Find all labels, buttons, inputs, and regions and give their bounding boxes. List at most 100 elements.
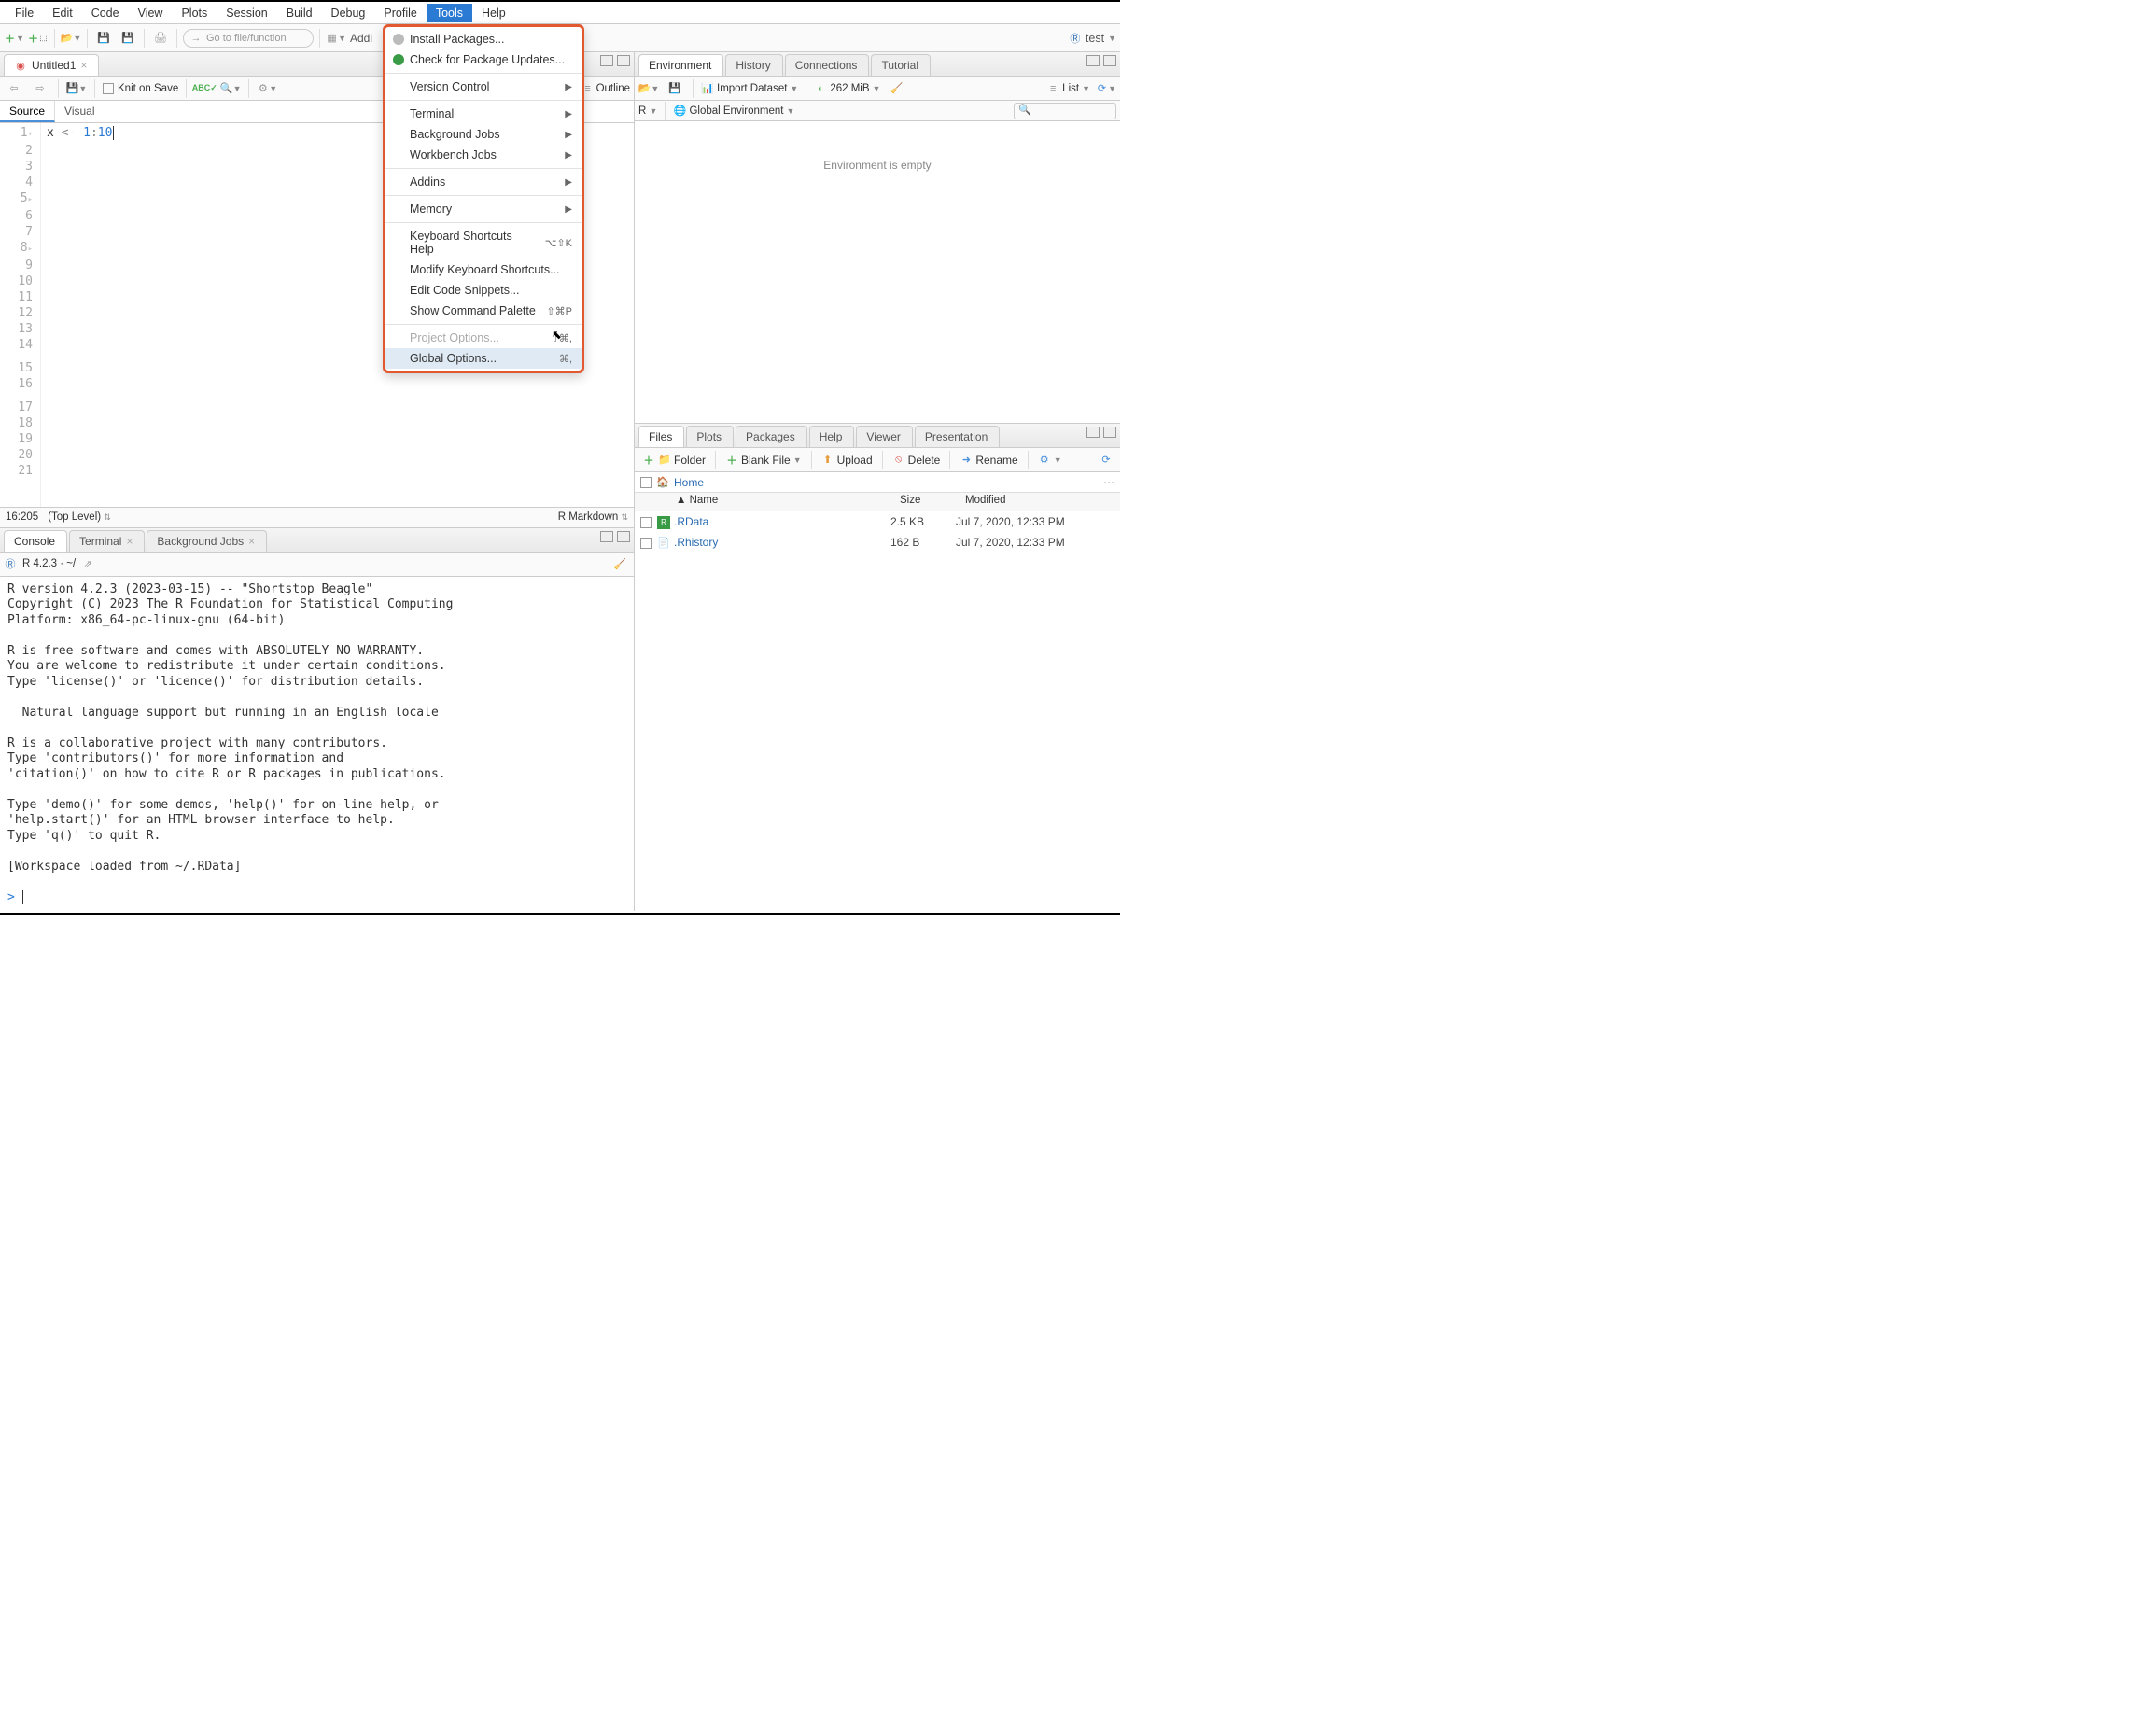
- menu-profile[interactable]: Profile: [374, 4, 426, 22]
- rename-button[interactable]: ➜Rename: [956, 452, 1021, 469]
- save-button[interactable]: 💾: [93, 28, 114, 49]
- tab-plots[interactable]: Plots: [686, 426, 734, 447]
- col-name[interactable]: ▲ Name: [635, 493, 896, 511]
- popout-icon[interactable]: ⇗: [81, 557, 94, 570]
- clear-env-button[interactable]: 🧹: [886, 78, 906, 99]
- spellcheck-button[interactable]: ABC✓: [194, 78, 215, 99]
- minimize-pane-icon[interactable]: [1086, 427, 1100, 438]
- tab-files[interactable]: Files: [638, 426, 684, 447]
- minimize-pane-icon[interactable]: [600, 55, 613, 66]
- list-view-button[interactable]: ≡List▼: [1046, 82, 1090, 95]
- menu-edit[interactable]: Edit: [43, 4, 82, 22]
- file-name[interactable]: .Rhistory: [674, 536, 890, 549]
- file-name[interactable]: .RData: [674, 515, 890, 528]
- more-button[interactable]: ⚙▼: [1034, 452, 1066, 469]
- maximize-pane-icon[interactable]: [617, 55, 630, 66]
- menu-file[interactable]: File: [6, 4, 43, 22]
- dd-check-updates[interactable]: Check for Package Updates...: [385, 49, 582, 70]
- env-search[interactable]: 🔍: [1014, 103, 1116, 119]
- new-file-button[interactable]: ＋▼: [4, 28, 24, 49]
- tab-help[interactable]: Help: [809, 426, 855, 447]
- tab-tutorial[interactable]: Tutorial: [871, 54, 931, 76]
- menu-tools[interactable]: Tools: [427, 4, 472, 22]
- close-tab-icon[interactable]: ×: [80, 59, 87, 72]
- close-tab-icon[interactable]: ×: [248, 535, 255, 548]
- dd-install-packages[interactable]: Install Packages...: [385, 29, 582, 49]
- tab-connections[interactable]: Connections: [785, 54, 870, 76]
- minimize-pane-icon[interactable]: [600, 531, 613, 542]
- grid-button[interactable]: ▦▼: [326, 28, 346, 49]
- addins-label[interactable]: Addi: [350, 32, 372, 45]
- back-button[interactable]: ⇦: [4, 78, 24, 99]
- delete-button[interactable]: ⦸Delete: [889, 452, 945, 469]
- env-selector[interactable]: 🌐Global Environment▼: [673, 105, 794, 118]
- refresh-files-button[interactable]: ⟳: [1096, 450, 1116, 470]
- refresh-env-button[interactable]: ⟳▼: [1096, 78, 1116, 99]
- close-tab-icon[interactable]: ×: [126, 535, 133, 548]
- row-checkbox[interactable]: [640, 517, 652, 528]
- terminal-tab[interactable]: Terminal×: [69, 530, 145, 552]
- upload-button[interactable]: ⬆Upload: [818, 452, 876, 469]
- dd-edit-snippets[interactable]: Edit Code Snippets...: [385, 280, 582, 301]
- menu-help[interactable]: Help: [472, 4, 515, 22]
- dd-version-control[interactable]: Version Control▶: [385, 77, 582, 97]
- dd-terminal[interactable]: Terminal▶: [385, 104, 582, 124]
- console-tab[interactable]: Console: [4, 530, 67, 552]
- menu-view[interactable]: View: [129, 4, 173, 22]
- save-all-button[interactable]: 💾: [118, 28, 138, 49]
- save-workspace-button[interactable]: 💾: [665, 78, 685, 99]
- doc-type-selector[interactable]: R Markdown ⇅: [558, 511, 628, 523]
- subtab-source[interactable]: Source: [0, 101, 55, 122]
- outline-button[interactable]: ≡Outline: [582, 82, 630, 95]
- memory-usage-button[interactable]: ◐262 MiB▼: [814, 82, 880, 95]
- col-size[interactable]: Size: [896, 493, 961, 511]
- menu-code[interactable]: Code: [82, 4, 129, 22]
- import-dataset-button[interactable]: 📊Import Dataset▼: [701, 82, 798, 95]
- scope-selector[interactable]: (Top Level) ⇅: [48, 511, 111, 523]
- dd-addins[interactable]: Addins▶: [385, 172, 582, 192]
- clear-console-button[interactable]: 🧹: [610, 553, 630, 574]
- dd-global-options[interactable]: Global Options...⌘,: [385, 348, 582, 369]
- dd-memory[interactable]: Memory▶: [385, 199, 582, 219]
- maximize-pane-icon[interactable]: [1103, 55, 1116, 66]
- breadcrumb-home[interactable]: Home: [674, 476, 704, 489]
- tab-history[interactable]: History: [725, 54, 782, 76]
- file-row[interactable]: R .RData 2.5 KB Jul 7, 2020, 12:33 PM: [635, 511, 1120, 532]
- tab-packages[interactable]: Packages: [736, 426, 807, 447]
- tab-presentation[interactable]: Presentation: [915, 426, 1000, 447]
- new-project-button[interactable]: ＋⬚: [28, 28, 49, 49]
- maximize-pane-icon[interactable]: [617, 531, 630, 542]
- subtab-visual[interactable]: Visual: [55, 101, 105, 122]
- menu-session[interactable]: Session: [217, 4, 276, 22]
- more-path-button[interactable]: ⋯: [1103, 476, 1114, 489]
- goto-file-function[interactable]: →Go to file/function: [183, 29, 314, 48]
- dd-project-options[interactable]: Project Options...⇧⌘,: [385, 328, 582, 348]
- home-icon[interactable]: 🏠: [656, 476, 669, 489]
- dd-kb-help[interactable]: Keyboard Shortcuts Help⌥⇧K: [385, 226, 582, 259]
- bg-jobs-tab[interactable]: Background Jobs×: [147, 530, 267, 552]
- menu-plots[interactable]: Plots: [172, 4, 217, 22]
- col-modified[interactable]: Modified: [961, 493, 1120, 511]
- row-checkbox[interactable]: [640, 538, 652, 549]
- new-blank-file-button[interactable]: ＋Blank File▼: [722, 452, 806, 469]
- dd-workbench-jobs[interactable]: Workbench Jobs▶: [385, 145, 582, 165]
- tab-viewer[interactable]: Viewer: [856, 426, 912, 447]
- new-folder-button[interactable]: ＋📁Folder: [638, 452, 709, 469]
- print-button[interactable]: 🖨: [150, 28, 171, 49]
- maximize-pane-icon[interactable]: [1103, 427, 1116, 438]
- dd-cmd-palette[interactable]: Show Command Palette⇧⌘P: [385, 301, 582, 321]
- find-button[interactable]: 🔍▼: [220, 78, 241, 99]
- menu-build[interactable]: Build: [277, 4, 322, 22]
- knit-on-save-checkbox[interactable]: Knit on Save: [103, 83, 178, 94]
- lang-selector[interactable]: R ▼: [638, 105, 657, 117]
- file-row[interactable]: 📄 .Rhistory 162 B Jul 7, 2020, 12:33 PM: [635, 532, 1120, 553]
- load-workspace-button[interactable]: 📂▼: [638, 78, 659, 99]
- dd-mod-kb[interactable]: Modify Keyboard Shortcuts...: [385, 259, 582, 280]
- project-selector[interactable]: Ⓡ test ▼: [1069, 32, 1116, 45]
- console-output[interactable]: R version 4.2.3 (2023-03-15) -- "Shortst…: [0, 577, 634, 912]
- dd-background-jobs[interactable]: Background Jobs▶: [385, 124, 582, 145]
- source-tab-untitled1[interactable]: ◉ Untitled1 ×: [4, 54, 99, 76]
- forward-button[interactable]: ⇨: [30, 78, 50, 99]
- open-file-button[interactable]: 📂▼: [61, 28, 81, 49]
- save-source-button[interactable]: 💾▼: [66, 78, 87, 99]
